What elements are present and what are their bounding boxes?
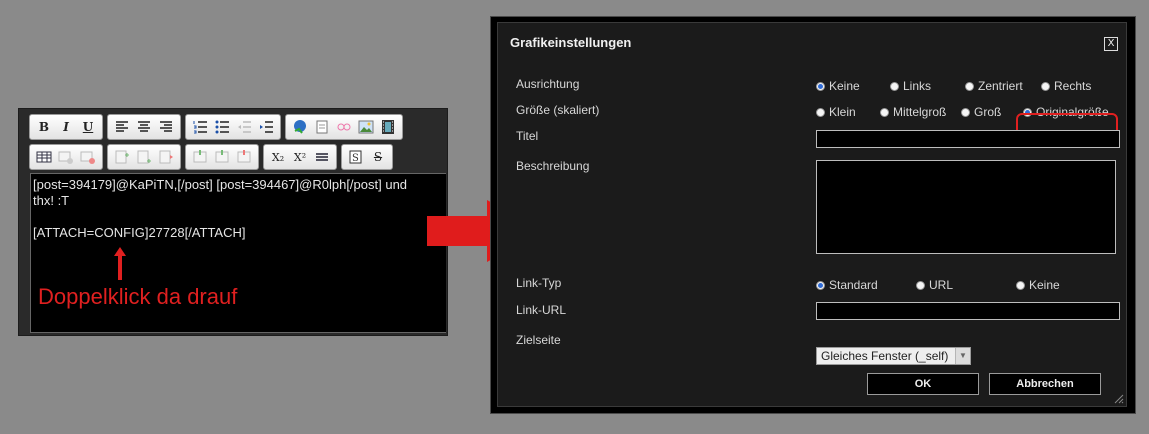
cancel-button[interactable]: Abbrechen [989,373,1101,395]
description-textarea[interactable] [816,160,1116,254]
format-group: B I U [29,114,103,140]
radio-dot [816,107,825,117]
font-icon[interactable]: S [346,147,366,167]
radio-label: Rechts [1054,79,1092,93]
content-line [33,209,444,225]
annotation-text: Doppelklick da drauf [38,284,238,309]
bold-button[interactable]: B [34,117,54,137]
toolbar-row-1: B I U [29,114,403,140]
split-cell-icon[interactable] [212,147,232,167]
radio-size-large[interactable]: Groß [961,105,1001,119]
radio-dot [1016,280,1025,290]
radio-label: Klein [829,105,856,119]
radio-label: Keine [1029,278,1060,292]
list-group [185,114,281,140]
radio-dot [965,81,974,91]
merge-cell-icon[interactable] [234,147,254,167]
radio-align-right[interactable]: Rechts [1041,79,1091,93]
outdent-icon[interactable] [234,117,254,137]
anchor-icon[interactable] [334,117,354,137]
insert-row-icon[interactable] [112,147,132,167]
delete-row-icon[interactable] [156,147,176,167]
toolbar-row-2: X₂ X² S S [29,144,393,170]
radio-dot [916,280,925,290]
radio-link-none[interactable]: Keine [1016,278,1060,292]
dialog-title: Grafikeinstellungen [510,35,632,50]
insert-group [285,114,403,140]
indent-icon[interactable] [256,117,276,137]
misc-group: S S [341,144,393,170]
row-col-group [107,144,181,170]
target-select[interactable]: Gleiches Fenster (_self) ▼ [816,347,971,365]
dialog-body: Grafikeinstellungen X Ausrichtung Keine … [497,22,1127,407]
close-button[interactable]: X [1104,37,1118,51]
radio-size-small[interactable]: Klein [816,105,856,119]
radio-label: Links [903,79,932,93]
radio-align-none[interactable]: Keine [816,79,860,93]
cell-group [185,144,259,170]
radio-link-standard[interactable]: Standard [816,278,878,292]
title-label: Titel [516,129,539,143]
italic-button[interactable]: I [56,117,76,137]
align-group [107,114,181,140]
description-label: Beschreibung [516,159,590,173]
attachment-tag[interactable]: [ATTACH=CONFIG]27728[/ATTACH] [33,225,444,241]
radio-dot [880,107,889,117]
radio-size-medium[interactable]: Mittelgroß [880,105,946,119]
link-icon[interactable] [290,117,310,137]
cell-icon[interactable] [190,147,210,167]
radio-label: Zentriert [978,79,1023,93]
radio-link-url[interactable]: URL [916,278,953,292]
unlink-icon[interactable] [312,117,332,137]
radio-dot [816,280,825,290]
script-group: X₂ X² [263,144,337,170]
superscript-button[interactable]: X² [290,147,310,167]
svg-text:S: S [352,153,359,164]
align-left-icon[interactable] [112,117,132,137]
link-url-label: Link-URL [516,303,567,317]
radio-label: Keine [829,79,860,93]
unordered-list-icon[interactable] [212,117,232,137]
image-settings-dialog: Grafikeinstellungen X Ausrichtung Keine … [490,16,1136,414]
align-center-icon[interactable] [134,117,154,137]
ok-button[interactable]: OK [867,373,979,395]
content-line: [post=394179]@KaPiTN,[/post] [post=39446… [33,177,408,192]
table-group [29,144,103,170]
alignment-label: Ausrichtung [516,77,580,91]
radio-align-left[interactable]: Links [890,79,931,93]
radio-label: Mittelgroß [893,105,947,119]
insert-col-icon[interactable] [134,147,154,167]
table-icon[interactable] [34,147,54,167]
image-icon[interactable] [356,117,376,137]
ordered-list-icon[interactable] [190,117,210,137]
hr-icon[interactable] [312,147,332,167]
target-label: Zielseite [516,333,561,347]
chevron-down-icon[interactable]: ▼ [955,348,970,364]
table-props-icon[interactable] [56,147,76,167]
underline-button[interactable]: U [78,117,98,137]
subscript-button[interactable]: X₂ [268,147,288,167]
media-icon[interactable] [378,117,398,137]
radio-label: Standard [829,278,878,292]
radio-dot [1041,81,1050,91]
annotation-up-arrow [114,247,126,280]
radio-dot [961,107,970,117]
delete-table-icon[interactable] [78,147,98,167]
radio-align-center[interactable]: Zentriert [965,79,1023,93]
align-right-icon[interactable] [156,117,176,137]
content-line: thx! :T [33,193,70,208]
link-type-label: Link-Typ [516,276,562,290]
radio-label: Groß [974,105,1002,119]
link-url-input[interactable] [816,302,1120,320]
resize-grip-icon[interactable] [1112,392,1124,404]
title-input[interactable] [816,130,1120,148]
radio-dot [890,81,899,91]
radio-dot [816,81,825,91]
strike-icon[interactable]: S [368,147,388,167]
target-select-value: Gleiches Fenster (_self) [821,349,949,363]
size-label: Größe (skaliert) [516,103,600,117]
radio-label: URL [929,278,954,292]
